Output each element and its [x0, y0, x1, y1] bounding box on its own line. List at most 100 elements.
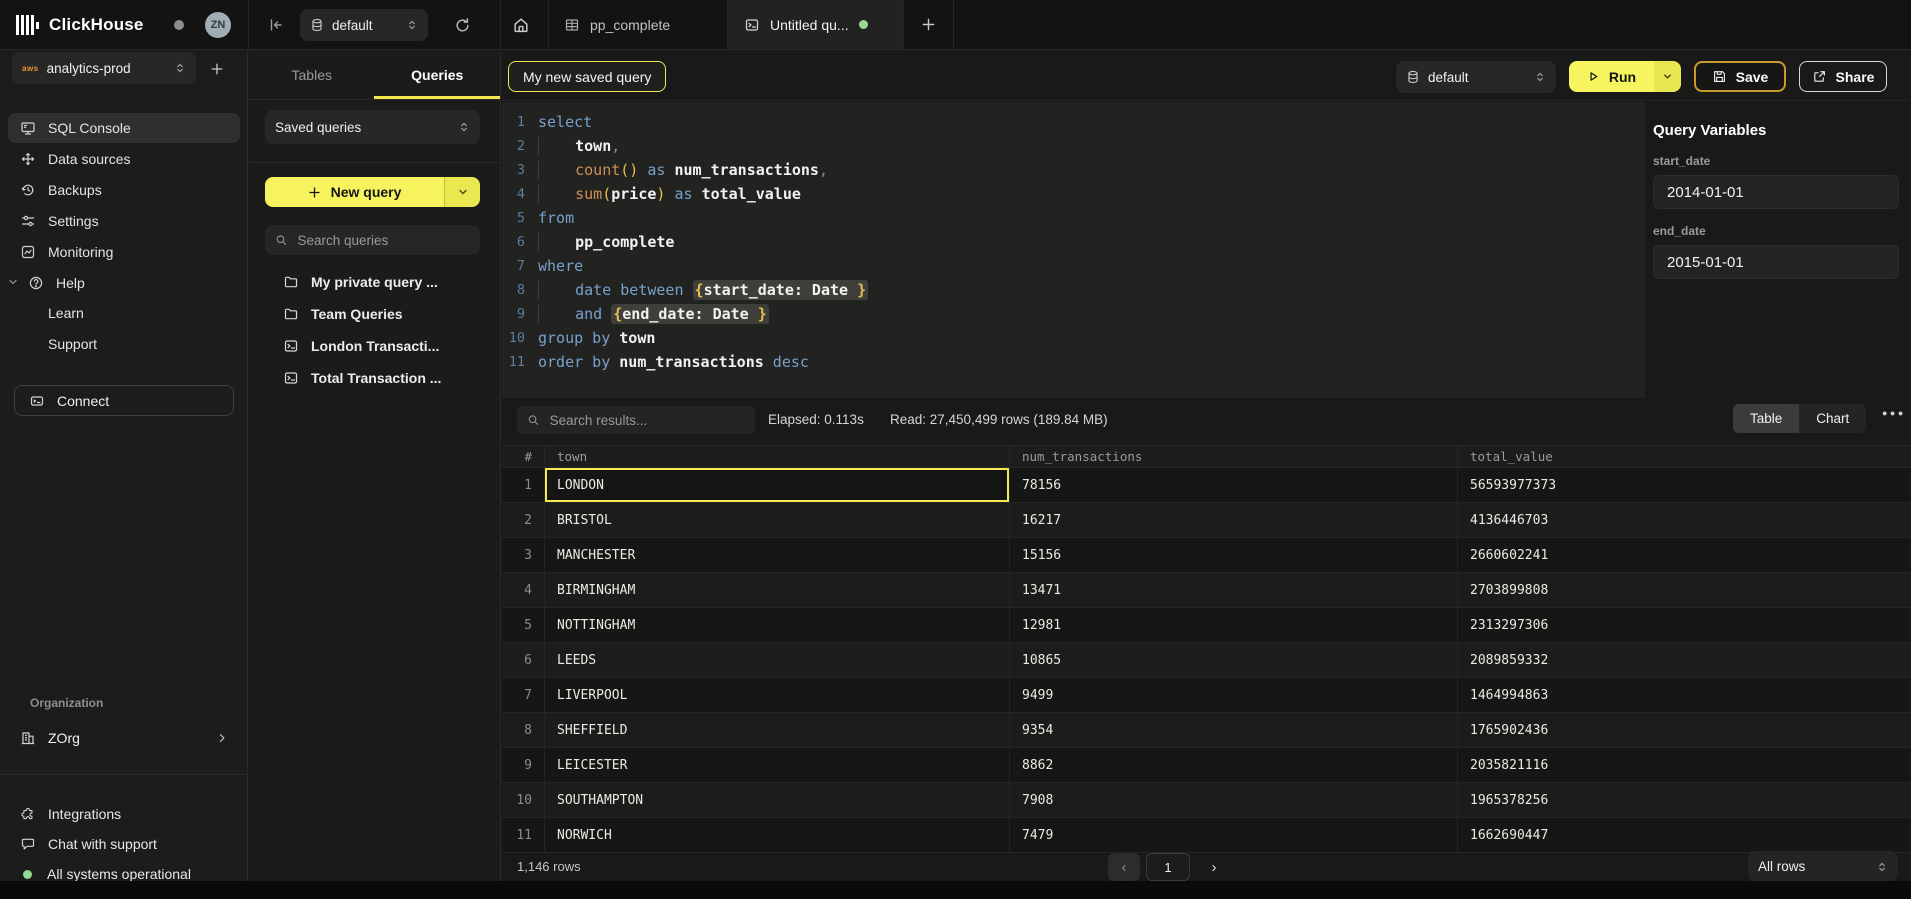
chevron-down-icon[interactable]: [7, 276, 19, 288]
page-size-selector[interactable]: All rows: [1748, 851, 1898, 882]
run-button-main[interactable]: Run: [1569, 61, 1654, 92]
clickhouse-logo-icon[interactable]: [16, 15, 39, 35]
run-button[interactable]: Run: [1569, 61, 1681, 92]
saved-queries-selector[interactable]: Saved queries: [265, 110, 480, 144]
table-cell[interactable]: 78156: [1010, 468, 1458, 502]
query-list-item[interactable]: London Transacti...: [283, 334, 439, 358]
table-cell[interactable]: 56593977373: [1458, 468, 1911, 502]
table-cell[interactable]: 2313297306: [1458, 608, 1911, 642]
table-cell[interactable]: BIRMINGHAM: [545, 573, 1010, 607]
table-cell[interactable]: LONDON: [545, 468, 1010, 502]
add-service-button[interactable]: [206, 58, 228, 80]
code-line[interactable]: 3 count() as num_transactions,: [502, 158, 1645, 182]
code-line[interactable]: 1select: [502, 110, 1645, 134]
table-cell[interactable]: 9499: [1010, 678, 1458, 712]
table-cell[interactable]: 3: [502, 538, 545, 572]
table-cell[interactable]: LEEDS: [545, 643, 1010, 677]
organization-row[interactable]: ZOrg: [8, 723, 240, 753]
saved-query-tab[interactable]: My new saved query: [508, 61, 666, 92]
tab-tables[interactable]: Tables: [249, 51, 375, 99]
table-cell[interactable]: 2: [502, 503, 545, 537]
sidebar-item-data-sources[interactable]: Data sources: [8, 144, 240, 174]
column-header[interactable]: num_transactions: [1010, 446, 1458, 467]
sidebar-item-settings[interactable]: Settings: [8, 206, 240, 236]
sidebar-item-help[interactable]: Help: [8, 268, 240, 298]
search-queries-box[interactable]: [265, 225, 480, 255]
table-cell[interactable]: 7479: [1010, 818, 1458, 852]
table-cell[interactable]: BRISTOL: [545, 503, 1010, 537]
table-cell[interactable]: 1765902436: [1458, 713, 1911, 747]
run-dropdown[interactable]: [1654, 61, 1681, 92]
table-cell[interactable]: 4: [502, 573, 545, 607]
workspace-selector[interactable]: aws analytics-prod: [12, 52, 196, 84]
table-cell[interactable]: 1464994863: [1458, 678, 1911, 712]
new-tab-button[interactable]: [903, 0, 953, 49]
start-date-input[interactable]: [1653, 175, 1899, 209]
tab-queries[interactable]: Queries: [375, 51, 501, 99]
save-button[interactable]: Save: [1694, 61, 1786, 92]
column-header[interactable]: town: [545, 446, 1010, 467]
collapse-sidebar-icon[interactable]: [268, 17, 284, 33]
sidebar-item-sql-console[interactable]: SQL Console: [8, 113, 240, 143]
query-list-item[interactable]: My private query ...: [283, 270, 438, 294]
table-cell[interactable]: 1662690447: [1458, 818, 1911, 852]
code-line[interactable]: 11order by num_transactions desc: [502, 350, 1645, 374]
table-cell[interactable]: 9: [502, 748, 545, 782]
table-cell[interactable]: 5: [502, 608, 545, 642]
table-cell[interactable]: MANCHESTER: [545, 538, 1010, 572]
share-button[interactable]: Share: [1799, 61, 1887, 92]
table-cell[interactable]: 8: [502, 713, 545, 747]
refresh-icon[interactable]: [454, 17, 471, 34]
table-cell[interactable]: SHEFFIELD: [545, 713, 1010, 747]
table-cell[interactable]: 6: [502, 643, 545, 677]
sidebar-item-support[interactable]: Support: [8, 330, 240, 358]
column-header[interactable]: #: [502, 446, 545, 467]
next-page-button[interactable]: ›: [1202, 853, 1226, 881]
table-cell[interactable]: 1965378256: [1458, 783, 1911, 817]
view-toggle-chart[interactable]: Chart: [1799, 404, 1866, 433]
code-line[interactable]: 2 town,: [502, 134, 1645, 158]
column-header[interactable]: total_value: [1458, 446, 1911, 467]
sidebar-item-learn[interactable]: Learn: [8, 299, 240, 327]
table-cell[interactable]: NORWICH: [545, 818, 1010, 852]
code-line[interactable]: 10group by town: [502, 326, 1645, 350]
end-date-input[interactable]: [1653, 245, 1899, 279]
code-line[interactable]: 5from: [502, 206, 1645, 230]
table-cell[interactable]: 16217: [1010, 503, 1458, 537]
table-cell[interactable]: 7: [502, 678, 545, 712]
sidebar-item-monitoring[interactable]: Monitoring: [8, 237, 240, 267]
table-cell[interactable]: 13471: [1010, 573, 1458, 607]
table-cell[interactable]: LEICESTER: [545, 748, 1010, 782]
table-cell[interactable]: 2089859332: [1458, 643, 1911, 677]
query-list-item[interactable]: Total Transaction ...: [283, 366, 441, 390]
tab-pp-complete[interactable]: pp_complete: [548, 0, 727, 49]
view-toggle-table[interactable]: Table: [1733, 404, 1799, 433]
connect-button[interactable]: Connect: [14, 385, 234, 416]
code-line[interactable]: 6 pp_complete: [502, 230, 1645, 254]
search-results-input[interactable]: [548, 412, 745, 429]
sql-editor[interactable]: 1select2 town,3 count() as num_transacti…: [502, 102, 1645, 398]
table-cell[interactable]: SOUTHAMPTON: [545, 783, 1010, 817]
table-cell[interactable]: NOTTINGHAM: [545, 608, 1010, 642]
table-cell[interactable]: 9354: [1010, 713, 1458, 747]
code-line[interactable]: 9 and {end_date: Date }: [502, 302, 1645, 326]
table-cell[interactable]: 11: [502, 818, 545, 852]
table-cell[interactable]: LIVERPOOL: [545, 678, 1010, 712]
table-cell[interactable]: 10: [502, 783, 545, 817]
table-cell[interactable]: 2660602241: [1458, 538, 1911, 572]
more-options-icon[interactable]: ●●●: [1882, 408, 1906, 418]
table-cell[interactable]: 7908: [1010, 783, 1458, 817]
table-cell[interactable]: 1: [502, 468, 545, 502]
avatar[interactable]: ZN: [205, 12, 231, 38]
home-icon[interactable]: [512, 16, 530, 34]
search-results-box[interactable]: [517, 406, 755, 434]
run-database-selector[interactable]: default: [1396, 61, 1556, 93]
table-cell[interactable]: 10865: [1010, 643, 1458, 677]
sidebar-item-chat-support[interactable]: Chat with support: [8, 831, 240, 857]
new-query-main[interactable]: New query: [265, 177, 444, 207]
table-cell[interactable]: 8862: [1010, 748, 1458, 782]
table-cell[interactable]: 15156: [1010, 538, 1458, 572]
current-page[interactable]: 1: [1146, 853, 1190, 881]
search-queries-input[interactable]: [296, 232, 471, 249]
table-cell[interactable]: 12981: [1010, 608, 1458, 642]
